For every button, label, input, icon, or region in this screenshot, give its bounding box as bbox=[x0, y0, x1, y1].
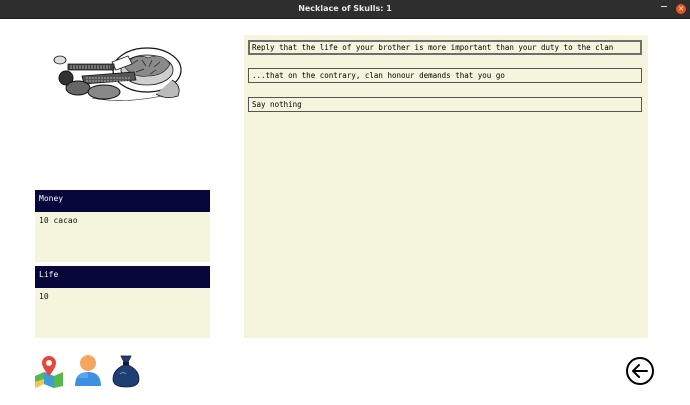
life-label: Life bbox=[35, 266, 210, 288]
character-icon[interactable] bbox=[72, 352, 104, 388]
close-icon[interactable]: ✕ bbox=[676, 4, 686, 14]
money-panel: Money 10 cacao bbox=[35, 190, 210, 262]
life-panel: Life 10 bbox=[35, 266, 210, 338]
choice-say-nothing[interactable]: Say nothing bbox=[248, 97, 642, 112]
minimize-icon[interactable] bbox=[661, 6, 667, 7]
money-value: 10 cacao bbox=[39, 216, 78, 225]
choices-panel: Reply that the life of your brother is m… bbox=[244, 35, 648, 338]
back-arrow-icon[interactable] bbox=[625, 356, 655, 386]
money-label: Money bbox=[35, 190, 210, 212]
story-illustration bbox=[53, 47, 182, 101]
map-icon[interactable] bbox=[33, 352, 65, 388]
life-value: 10 bbox=[39, 292, 49, 301]
window-titlebar: Necklace of Skulls: 1 ✕ bbox=[0, 0, 690, 19]
inventory-bag-icon[interactable] bbox=[110, 352, 142, 388]
choice-reply-brother-important[interactable]: Reply that the life of your brother is m… bbox=[248, 40, 642, 55]
choice-clan-honour[interactable]: ...that on the contrary, clan honour dem… bbox=[248, 68, 642, 83]
window-title: Necklace of Skulls: 1 bbox=[298, 4, 392, 13]
